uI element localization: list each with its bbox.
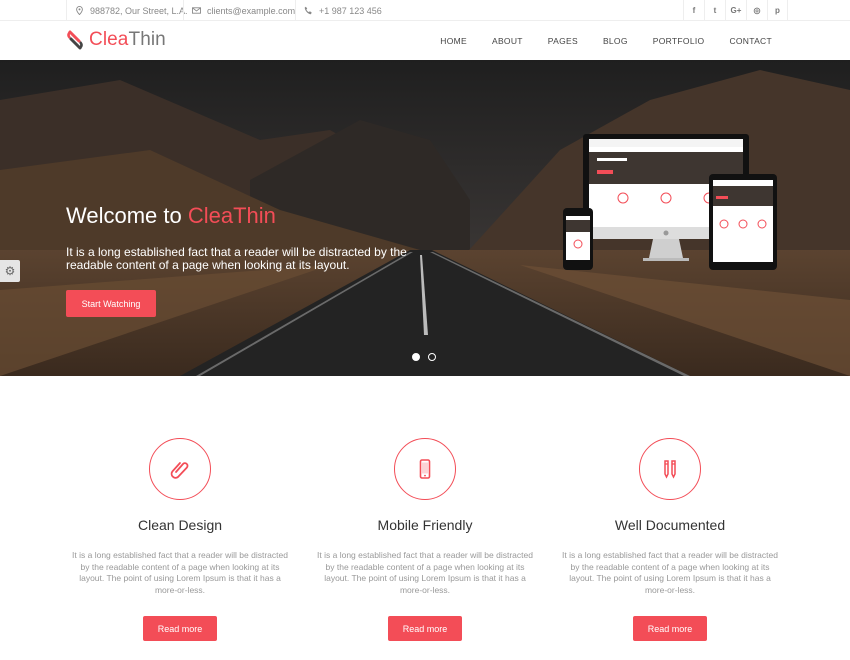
devices-mockup-image (563, 134, 777, 270)
logo-text: CleaThin (89, 29, 166, 51)
feature-icon-circle (149, 438, 211, 500)
main-nav: HOME ABOUT PAGES BLOG PORTFOLIO CONTACT (440, 21, 772, 60)
address-text: 988782, Our Street, L.A. (90, 5, 188, 16)
phone-info: +1 987 123 456 (295, 0, 382, 21)
feature-icon-circle (394, 438, 456, 500)
social-links: f t G+ ◎ p (683, 0, 788, 21)
google-plus-icon[interactable]: G+ (725, 0, 746, 21)
logo-text-part2: Thin (128, 29, 166, 50)
gear-icon[interactable]: ⚙ (0, 260, 20, 282)
feature-clean-design: Clean Design It is a long established fa… (65, 438, 295, 641)
hero-title: Welcome to CleaThin (66, 203, 276, 229)
slider-dot-1[interactable] (412, 353, 420, 361)
nav-pages[interactable]: PAGES (548, 36, 578, 46)
phone-text: +1 987 123 456 (319, 5, 382, 16)
email-info[interactable]: clients@example.com (183, 0, 295, 21)
feature-text: It is a long established fact that a rea… (72, 550, 288, 595)
slider-dots (412, 353, 444, 361)
feature-title: Mobile Friendly (377, 517, 473, 533)
read-more-button[interactable]: Read more (143, 616, 217, 641)
feature-mobile-friendly: Mobile Friendly It is a long established… (310, 438, 540, 641)
hero-title-highlight: CleaThin (187, 203, 276, 228)
feature-title: Well Documented (614, 517, 726, 533)
logo-icon (67, 30, 83, 50)
pinterest-icon[interactable]: p (767, 0, 788, 21)
mobile-icon (419, 459, 431, 479)
hero-slider: Welcome to CleaThin It is a long establi… (0, 60, 850, 376)
hero-text: It is a long established fact that a rea… (66, 245, 407, 272)
feature-title: Clean Design (137, 517, 223, 533)
facebook-icon[interactable]: f (683, 0, 704, 21)
email-text[interactable]: clients@example.com (207, 6, 295, 16)
start-watching-button[interactable]: Start Watching (66, 290, 156, 317)
read-more-button[interactable]: Read more (388, 616, 462, 641)
nav-contact[interactable]: CONTACT (729, 36, 772, 46)
phone-icon (304, 6, 312, 15)
top-bar: 988782, Our Street, L.A. clients@example… (0, 0, 850, 21)
pencils-icon (664, 460, 676, 479)
nav-home[interactable]: HOME (440, 36, 467, 46)
read-more-button[interactable]: Read more (633, 616, 707, 641)
nav-portfolio[interactable]: PORTFOLIO (653, 36, 705, 46)
logo-text-part1: Clea (89, 29, 129, 50)
feature-text: It is a long established fact that a rea… (562, 550, 778, 595)
twitter-icon[interactable]: t (704, 0, 725, 21)
paperclip-icon (170, 462, 189, 479)
feature-icon-circle (639, 438, 701, 500)
site-logo[interactable]: CleaThin (66, 29, 166, 51)
feature-text: It is a long established fact that a rea… (317, 550, 533, 595)
main-header: CleaThin HOME ABOUT PAGES BLOG PORTFOLIO… (0, 21, 850, 60)
hero-title-prefix: Welcome to (66, 203, 188, 228)
nav-about[interactable]: ABOUT (492, 36, 523, 46)
feature-well-documented: Well Documented It is a long established… (555, 438, 785, 641)
slider-dot-2[interactable] (428, 353, 436, 361)
address-info: 988782, Our Street, L.A. (66, 0, 188, 21)
envelope-icon (192, 7, 201, 14)
dribbble-icon[interactable]: ◎ (746, 0, 767, 21)
map-pin-icon (76, 6, 83, 15)
nav-blog[interactable]: BLOG (603, 36, 628, 46)
